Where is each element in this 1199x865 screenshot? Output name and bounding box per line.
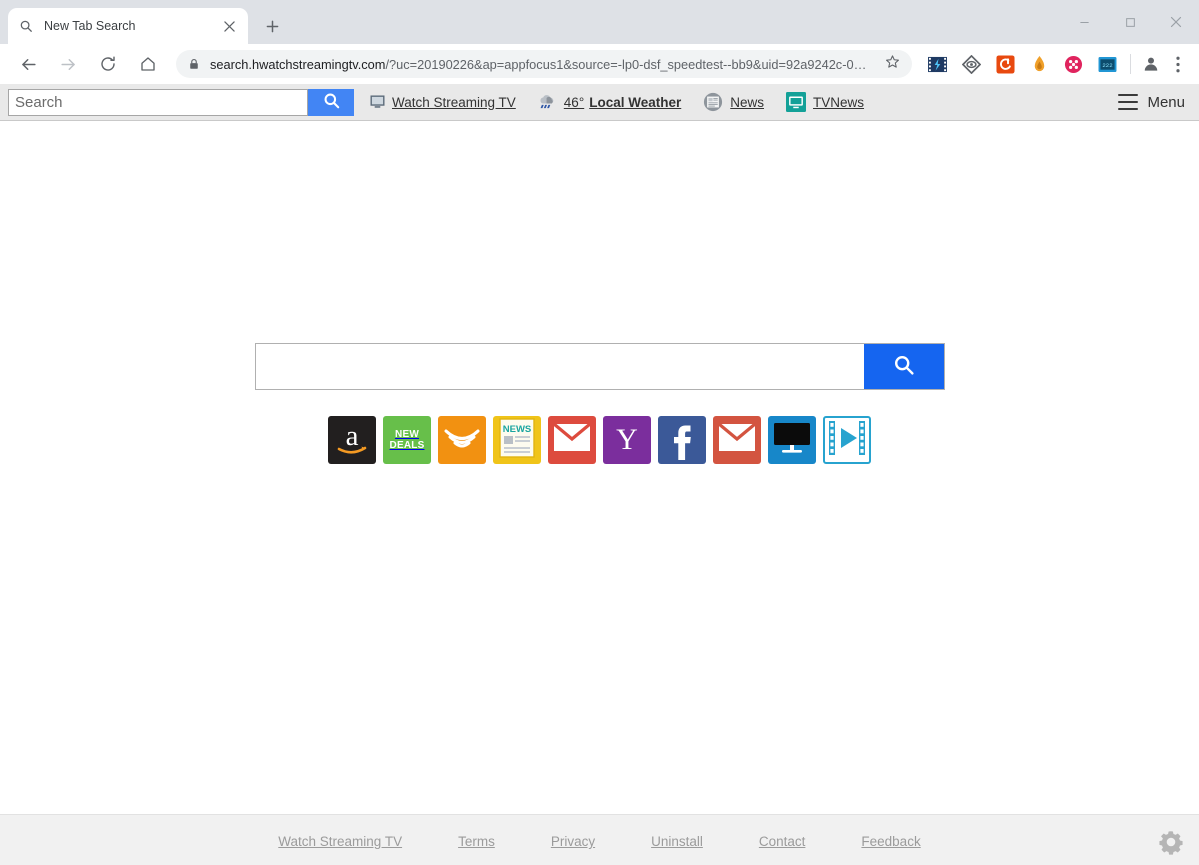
forward-arrow-icon[interactable] (53, 49, 83, 79)
adblock-extension-icon[interactable] (957, 53, 985, 75)
browser-window: New Tab Search search.hwatchstreamingtv.… (0, 0, 1199, 865)
svg-text:NEWS: NEWS (503, 424, 532, 435)
reload-icon[interactable] (93, 49, 123, 79)
shortcut-tiles: a NEW DEALS NEWS Y (328, 416, 871, 464)
toolbar-link-news[interactable]: News (703, 92, 764, 112)
envelope-icon (552, 422, 592, 456)
avatar[interactable] (1137, 50, 1165, 78)
news-page-icon: NEWS (495, 416, 539, 464)
hamburger-icon (1118, 92, 1139, 113)
search-hero: a NEW DEALS NEWS Y (0, 343, 1199, 464)
url-text: search.hwatchstreamingtv.com/?uc=2019022… (210, 57, 877, 72)
injected-search-toolbar: Watch Streaming TV 46° Local Wea (0, 84, 1199, 121)
settings-button[interactable] (1153, 826, 1189, 862)
svg-text:a: a (346, 420, 359, 452)
honey-extension-icon[interactable] (1025, 53, 1053, 75)
gear-icon (1156, 827, 1186, 862)
main-search-input[interactable] (255, 344, 864, 389)
toolbar-menu-button[interactable]: Menu (1118, 92, 1185, 113)
new-deals-icon: NEW DEALS (389, 428, 425, 452)
minimize-button[interactable] (1061, 6, 1107, 38)
video-downloader-extension-icon[interactable] (923, 53, 951, 75)
shortcut-audible[interactable] (438, 416, 486, 464)
envelope-icon (717, 422, 757, 456)
toolbar-link-label: News (730, 94, 765, 110)
film-play-icon (827, 419, 867, 462)
search-icon (18, 18, 34, 34)
tab-title: New Tab Search (44, 19, 136, 33)
toolbar-search-group (8, 88, 354, 116)
extension-icons: 222 (920, 53, 1124, 75)
shortcut-tv-monitor[interactable] (768, 416, 816, 464)
toolbar-link-label: Local Weather (589, 94, 682, 110)
address-bar[interactable]: search.hwatchstreamingtv.com/?uc=2019022… (176, 50, 912, 78)
search-submit-button[interactable] (308, 88, 354, 116)
facebook-f-icon (660, 416, 704, 464)
shortcut-amazon[interactable]: a (328, 416, 376, 464)
shortcut-new-deals[interactable]: NEW DEALS (383, 416, 431, 464)
three-dots-icon[interactable] (1165, 50, 1191, 78)
toolbar-link-label: TVNews (813, 94, 865, 110)
search-icon (322, 91, 341, 113)
window-controls (1061, 0, 1199, 44)
shortcut-video[interactable] (823, 416, 871, 464)
shortcut-news[interactable]: NEWS (493, 416, 541, 464)
main-search-button[interactable] (863, 344, 944, 389)
url-path: /?uc=20190226&ap=appfocus1&source=-lp0-d… (385, 56, 867, 72)
yahoo-y-icon: Y (605, 416, 649, 464)
close-window-button[interactable] (1153, 6, 1199, 38)
back-arrow-icon[interactable] (13, 49, 43, 79)
close-icon[interactable] (220, 17, 238, 35)
footer-link-feedback[interactable]: Feedback (861, 834, 920, 849)
footer-link-contact[interactable]: Contact (759, 834, 806, 849)
svg-text:222: 222 (1102, 61, 1112, 68)
tab-strip: New Tab Search (0, 0, 1199, 44)
page-content: a NEW DEALS NEWS Y Watch Streaming TV Te… (0, 121, 1199, 865)
pink-circle-extension-icon[interactable] (1059, 53, 1087, 75)
shortcut-mail[interactable] (713, 416, 761, 464)
screen-recorder-extension-icon[interactable]: 222 (1093, 53, 1121, 75)
home-icon[interactable] (133, 49, 163, 79)
toolbar-link-local-weather[interactable]: 46° Local Weather (538, 95, 681, 110)
svg-text:Y: Y (616, 423, 638, 456)
footer-link-watch-streaming-tv[interactable]: Watch Streaming TV (278, 834, 402, 849)
lock-icon (188, 58, 200, 70)
main-search-group (254, 343, 945, 390)
toolbar-menu-label: Menu (1147, 93, 1185, 111)
maximize-button[interactable] (1107, 6, 1153, 38)
url-host: search.hwatchstreamingtv.com (210, 56, 386, 72)
toolbar-divider (1130, 54, 1131, 74)
newspaper-icon (703, 92, 723, 112)
shortcut-yahoo[interactable]: Y (603, 416, 651, 464)
amazon-icon: a (330, 416, 374, 464)
shortcut-gmail[interactable] (548, 416, 596, 464)
search-input[interactable] (8, 88, 308, 116)
footer-link-uninstall[interactable]: Uninstall (651, 834, 703, 849)
page-footer: Watch Streaming TV Terms Privacy Uninsta… (0, 814, 1199, 865)
footer-link-privacy[interactable]: Privacy (551, 834, 595, 849)
star-icon[interactable] (885, 54, 900, 74)
shortcut-facebook[interactable] (658, 416, 706, 464)
monitor-icon (370, 95, 385, 109)
toolbar-link-label: Watch Streaming TV (392, 94, 516, 110)
search-icon (892, 353, 916, 380)
tv-icon (786, 92, 807, 112)
audible-icon (442, 421, 482, 460)
toolbar-links: Watch Streaming TV 46° Local Weather New… (370, 92, 886, 112)
browser-toolbar: search.hwatchstreamingtv.com/?uc=2019022… (0, 44, 1199, 84)
toolbar-link-tv-news[interactable]: TVNews (786, 92, 864, 112)
new-tab-button[interactable] (258, 12, 286, 40)
toolbar-link-watch-streaming-tv[interactable]: Watch Streaming TV (370, 95, 516, 110)
browser-tab[interactable]: New Tab Search (8, 8, 248, 44)
cloud-rain-icon (538, 94, 557, 110)
footer-link-terms[interactable]: Terms (458, 834, 495, 849)
monitor-icon (772, 421, 812, 460)
weather-temperature: 46° (563, 94, 585, 110)
orange-shield-extension-icon[interactable] (991, 53, 1019, 75)
